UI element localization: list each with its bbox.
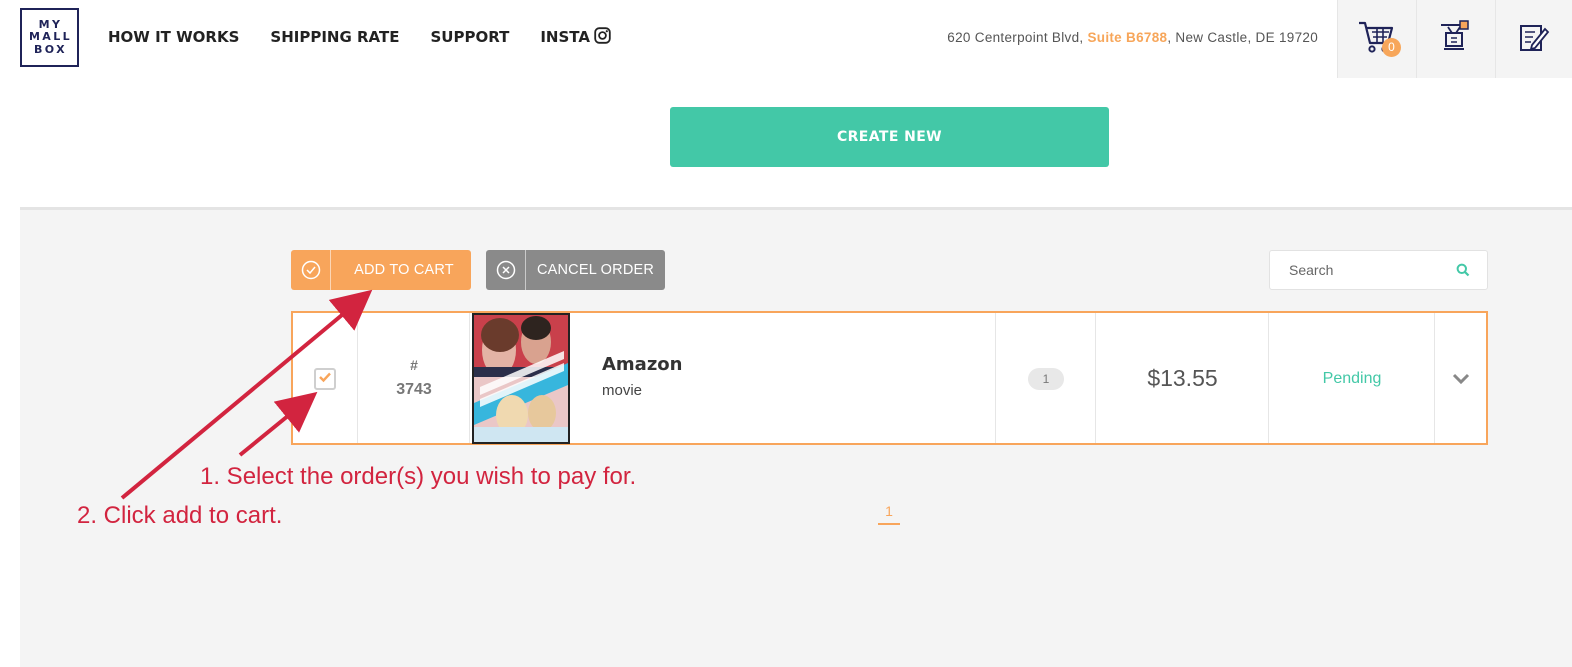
store-name: Amazon [602,354,683,375]
nav-label: HOW IT WORKS [108,28,240,46]
order-price: $13.55 [1147,365,1218,391]
add-to-cart-label: ADD TO CART [354,262,454,278]
nav-insta[interactable]: INSTA [540,26,611,48]
order-row[interactable]: # 3743 Amazon movie 1 $13.55 Pending [291,311,1488,445]
edit-notes-icon [1518,21,1550,58]
logo[interactable]: MY MALL BOX [20,8,79,67]
quantity-badge: 1 [1028,368,1064,390]
status-badge: Pending [1322,370,1382,387]
cancel-order-button[interactable]: CANCEL ORDER [486,250,665,290]
packages-button[interactable] [1416,0,1495,78]
order-number-cell: # 3743 [358,313,470,443]
annotation-step-1: 1. Select the order(s) you wish to pay f… [200,463,637,490]
pagination-page-1[interactable]: 1 [878,503,900,525]
nav-label: SHIPPING RATE [270,28,400,46]
order-checkbox[interactable] [314,368,336,390]
warehouse-address: 620 Centerpoint Blvd, Suite B6788, New C… [947,30,1318,45]
add-to-cart-button[interactable]: ADD TO CART [291,250,471,290]
price-cell: $13.55 [1096,313,1269,443]
package-drop-icon [1438,19,1474,60]
product-description: movie [602,382,643,399]
close-circle-icon [486,250,526,290]
check-circle-icon [291,250,331,290]
orders-button[interactable] [1495,0,1572,78]
select-cell [293,313,358,443]
search-icon[interactable] [1456,263,1470,282]
create-new-button[interactable]: CREATE NEW [670,107,1109,167]
annotation-step-2: 2. Click add to cart. [77,502,283,529]
order-number: 3743 [396,381,432,398]
address-city: , New Castle, DE 19720 [1167,30,1318,45]
nav-shipping-rate[interactable]: SHIPPING RATE [270,27,399,47]
nav-label: SUPPORT [430,28,510,46]
site-header: MY MALL BOX HOW IT WORKS SHIPPING RATE S… [0,0,1572,78]
product-thumbnail[interactable] [472,313,570,444]
nav-how-it-works[interactable]: HOW IT WORKS [108,27,239,47]
chevron-down-icon [1452,372,1470,390]
search-input[interactable] [1270,251,1450,289]
address-suite: Suite B6788 [1087,30,1168,45]
quantity-cell: 1 [996,313,1096,443]
cart-count-badge: 0 [1382,38,1401,57]
expand-row-button[interactable] [1435,313,1486,443]
checkmark-icon [318,370,332,388]
logo-line-3: BOX [33,42,68,56]
main-nav: HOW IT WORKS SHIPPING RATE SUPPORT INSTA [108,26,642,48]
logo-line-2: MALL [28,30,73,44]
status-cell: Pending [1269,313,1435,443]
nav-support[interactable]: SUPPORT [430,27,509,47]
cancel-order-label: CANCEL ORDER [536,262,655,278]
search-box [1269,250,1488,290]
instagram-icon [594,26,611,48]
nav-label: INSTA [540,28,590,46]
cart-button[interactable]: 0 [1337,0,1416,78]
order-hash: # [410,357,418,373]
address-street: 620 Centerpoint Blvd, [947,30,1088,45]
